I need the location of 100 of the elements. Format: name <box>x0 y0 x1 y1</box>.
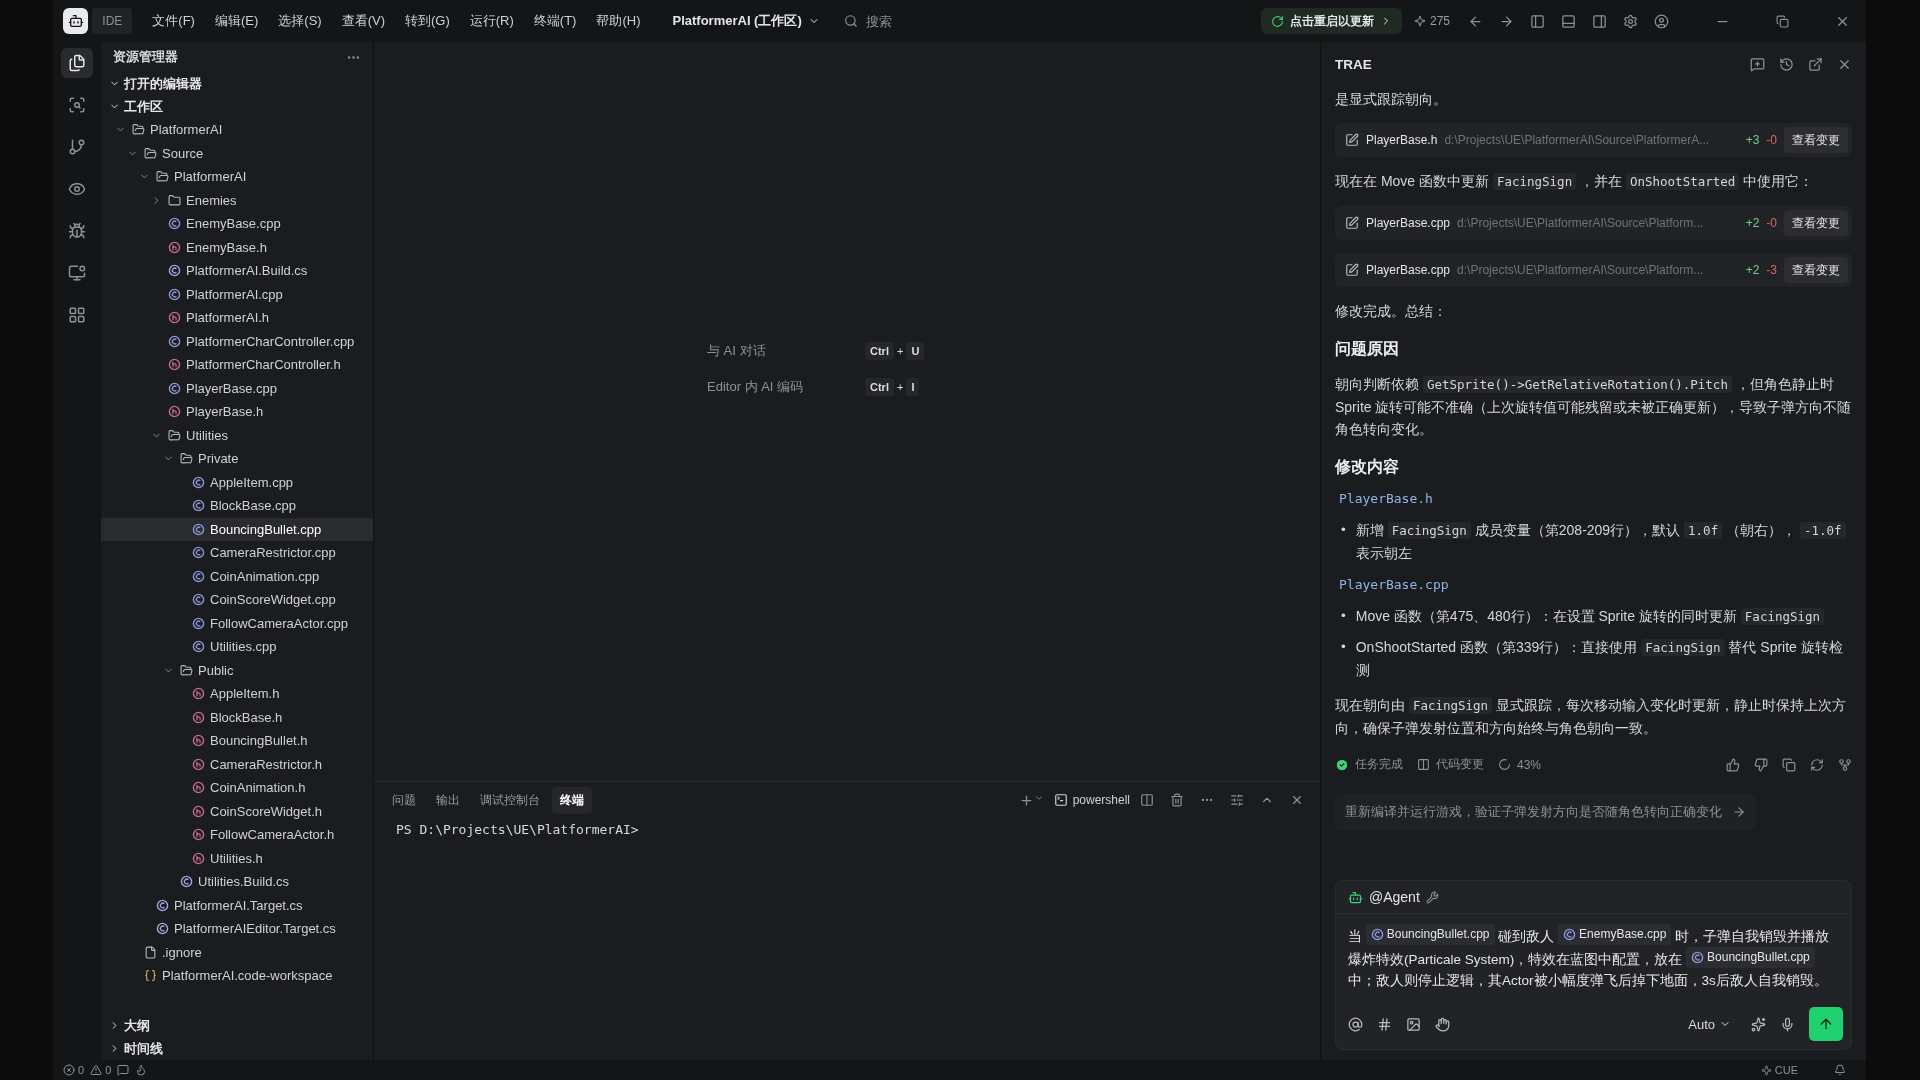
chat-input[interactable]: @Agent 当 BouncingBullet.cpp 碰到敌人 EnemyBase.cpp 时，子弹自我销毁并播放爆炸特效(Particale System)，特效在蓝图中配置，放在 BouncingBullet.cpp 中；敌人则停止逻辑，其Actor被小幅度弹飞后掉下地面，3s后敌人自我销毁。 Auto <box>1335 880 1852 1050</box>
thumbs-up-icon <box>1726 757 1740 772</box>
send-button[interactable] <box>1809 1007 1843 1041</box>
search-icon <box>843 14 858 28</box>
menu-item[interactable]: 帮助(H) <box>588 8 649 34</box>
view-changes-button[interactable]: 查看变更 <box>1784 127 1848 153</box>
tree-item[interactable]: PlatformerAI.code-workspace <box>101 964 373 988</box>
tree-item[interactable]: PlatformerAI.Target.cs <box>101 893 373 917</box>
tree-item[interactable]: AppleItem.cpp <box>101 470 373 494</box>
error-count[interactable]: 0 <box>63 1064 85 1076</box>
tree-item[interactable]: PlatformerCharController.h <box>101 353 373 377</box>
panel-tab[interactable]: 输出 <box>428 786 468 814</box>
tree-item[interactable]: PlatformerAI.cpp <box>101 282 373 306</box>
tree-item[interactable]: BouncingBullet.h <box>101 729 373 753</box>
menu-item[interactable]: 文件(F) <box>144 8 203 34</box>
c-file-icon <box>1563 928 1577 941</box>
cue-status[interactable]: CUE <box>1760 1064 1798 1076</box>
section-header[interactable]: 打开的编辑器 <box>101 72 373 95</box>
tree-item[interactable]: PlatformerAI.Build.cs <box>101 259 373 283</box>
tree-item[interactable]: Enemies <box>101 188 373 212</box>
tree-item[interactable]: PlayerBase.cpp <box>101 376 373 400</box>
menu-item[interactable]: 运行(R) <box>461 8 522 34</box>
external-link-icon <box>1808 56 1823 72</box>
fork-icon <box>1838 757 1852 772</box>
tree-item[interactable]: Utilities <box>101 423 373 447</box>
flame-icon[interactable] <box>135 1064 148 1076</box>
tree-item[interactable]: Source <box>101 141 373 165</box>
added-count: +3 <box>1745 133 1760 147</box>
c-file-icon <box>1370 928 1384 941</box>
terminal-icon <box>1053 793 1068 807</box>
terminal-prompt: PS D:\Projects\UE\PlatformerAI> <box>395 821 640 839</box>
file-name: PlayerBase.cpp <box>1366 263 1451 277</box>
tree-item[interactable]: CameraRestrictor.h <box>101 752 373 776</box>
agent-label[interactable]: @Agent <box>1369 889 1420 905</box>
sparkle-icon <box>1413 15 1426 27</box>
panel-tab[interactable]: 问题 <box>384 786 424 814</box>
menu-item[interactable]: 转到(G) <box>397 8 458 34</box>
tree-item[interactable]: PlatformerAI <box>101 165 373 189</box>
view-changes-button[interactable]: 查看变更 <box>1784 210 1848 236</box>
check-icon <box>1335 757 1349 772</box>
workspace-title[interactable]: PlatformerAI (工作区) <box>672 12 820 30</box>
tree-item[interactable]: PlayerBase.h <box>101 400 373 424</box>
tree-item[interactable]: Public <box>101 658 373 682</box>
tree-item[interactable]: CameraRestrictor.cpp <box>101 541 373 565</box>
c-file-icon <box>168 264 181 278</box>
files-icon[interactable] <box>61 48 93 78</box>
key-cap: Ctrl <box>865 378 894 396</box>
tree-item[interactable]: PlatformerCharController.cpp <box>101 329 373 353</box>
thumbs-down-icon <box>1754 757 1768 772</box>
menu-item[interactable]: 终端(T) <box>525 8 585 34</box>
notification-icon[interactable] <box>1834 1064 1846 1076</box>
menu-item[interactable]: 查看(V) <box>333 8 393 34</box>
view-changes-button[interactable]: 查看变更 <box>1784 257 1848 283</box>
tree-item[interactable]: FollowCameraActor.cpp <box>101 611 373 635</box>
tree-item[interactable]: PlatformerAI.h <box>101 306 373 330</box>
tree-item[interactable]: BlockBase.cpp <box>101 494 373 518</box>
message-text: 是显式跟踪朝向。 <box>1335 90 1448 109</box>
panel-tab[interactable]: 调试控制台 <box>472 786 548 814</box>
tree-item[interactable]: AppleItem.h <box>101 682 373 706</box>
section-header[interactable]: 工作区 <box>101 95 373 118</box>
folder-icon <box>144 146 157 160</box>
mode-selector[interactable]: Auto <box>1682 1015 1737 1033</box>
panel-tab[interactable]: 终端 <box>552 786 592 814</box>
menu-item[interactable]: 编辑(E) <box>206 8 267 34</box>
braces-icon <box>144 969 157 983</box>
folder-icon <box>156 170 169 184</box>
shell-selector[interactable]: powershell <box>1053 793 1130 807</box>
tree-item[interactable]: BouncingBullet.cpp <box>101 517 373 541</box>
tree-item[interactable]: EnemyBase.h <box>101 235 373 259</box>
tree-item[interactable]: Utilities.h <box>101 846 373 870</box>
code-changes-link[interactable]: 代码变更 <box>1417 756 1484 773</box>
tree-item[interactable]: .ignore <box>101 940 373 964</box>
header-file-icon <box>192 828 205 842</box>
tree-item[interactable]: PlatformerAI <box>101 118 373 142</box>
tree-item[interactable]: CoinAnimation.cpp <box>101 564 373 588</box>
folder-icon <box>132 123 145 137</box>
warning-count[interactable]: 0 <box>90 1064 112 1076</box>
folder-icon <box>168 193 181 207</box>
c-file-icon <box>1691 951 1705 964</box>
file-label[interactable]: PlayerBase.cpp <box>1335 577 1852 592</box>
search-field[interactable]: 搜索 <box>863 12 1164 30</box>
file-icon <box>144 945 157 959</box>
tree-item[interactable]: Private <box>101 447 373 471</box>
tree-item[interactable]: EnemyBase.cpp <box>101 212 373 236</box>
shortcut-label: 与 AI 对话 <box>707 342 767 360</box>
section-header[interactable]: 大纲 <box>101 1014 373 1037</box>
tree-item[interactable]: CoinScoreWidget.h <box>101 799 373 823</box>
chat-icon[interactable] <box>117 1064 130 1076</box>
tree-item[interactable]: Utilities.Build.cs <box>101 870 373 894</box>
tree-item[interactable]: CoinAnimation.h <box>101 776 373 800</box>
tree-item[interactable]: Utilities.cpp <box>101 635 373 659</box>
suggestion-button[interactable]: 重新编译并运行游戏，验证子弹发射方向是否随角色转向正确变化 <box>1335 794 1756 830</box>
update-button[interactable]: 点击重启以更新 <box>1260 8 1402 34</box>
tree-item[interactable]: BlockBase.h <box>101 705 373 729</box>
tree-item[interactable]: PlatformerAIEditor.Target.cs <box>101 917 373 941</box>
file-label[interactable]: PlayerBase.h <box>1335 491 1852 506</box>
tree-item[interactable]: CoinScoreWidget.cpp <box>101 588 373 612</box>
section-header[interactable]: 时间线 <box>101 1037 373 1060</box>
tree-item[interactable]: FollowCameraActor.h <box>101 823 373 847</box>
menu-item[interactable]: 选择(S) <box>270 8 330 34</box>
